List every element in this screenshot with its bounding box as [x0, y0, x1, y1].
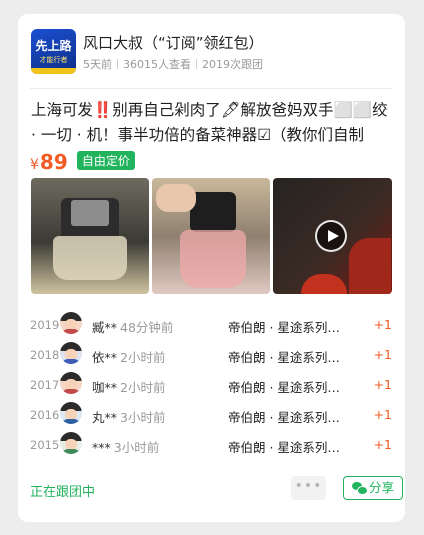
- follower-time: 3小时前: [120, 410, 166, 425]
- follower-time: 2小时前: [120, 350, 166, 365]
- follower-product: 帝伯朗 · 星途系列…: [228, 440, 340, 455]
- follower-nickname: 依**: [92, 350, 118, 365]
- follower-row[interactable]: 2017 咖** 2小时前 帝伯朗 · 星途系列… +1: [30, 370, 392, 400]
- follower-time: 48分钟前: [120, 320, 174, 335]
- grinder-motor-shape: [190, 192, 236, 232]
- grinder-bowl-shape: [53, 236, 127, 280]
- follower-quantity: +1: [373, 407, 392, 422]
- follower-name: *** 3小时前: [92, 437, 159, 456]
- play-icon[interactable]: [315, 220, 347, 252]
- follower-time: 3小时前: [113, 440, 160, 455]
- card-footer: 正在跟团中 ••• 分享: [30, 474, 403, 504]
- follower-avatar: [60, 372, 82, 394]
- post-header: 先上路 才能行者 风口大叔（“订阅”领红包） 5天前 36015人查看 2019次跟…: [31, 29, 395, 77]
- follower-nickname: 臧**: [92, 320, 118, 335]
- post-time: 5天前: [83, 58, 112, 71]
- group-buy-card: 先上路 才能行者 风口大叔（“订阅”领红包） 5天前 36015人查看 2019次跟…: [18, 14, 405, 522]
- follower-rank: 2019: [30, 318, 60, 332]
- wechat-icon: [351, 482, 368, 495]
- follower-name: 丸** 3小时前: [92, 407, 165, 426]
- follower-rank: 2017: [30, 378, 60, 392]
- grinder-metal-shape: [71, 200, 109, 226]
- follower-list: 2019 臧** 48分钟前 帝伯朗 · 星途系列… +1 2018 依** 2小时…: [30, 310, 392, 460]
- follower-nickname: 丸**: [92, 410, 118, 425]
- follower-quantity: +1: [373, 377, 392, 392]
- header-divider: [30, 88, 393, 89]
- tomato-shape: [301, 274, 347, 294]
- follower-rank: 2015: [30, 438, 60, 452]
- grinder-bowl-shape: [180, 230, 246, 288]
- follower-rank: 2016: [30, 408, 60, 422]
- follower-avatar: [60, 402, 82, 424]
- price-mode-badge: 自由定价: [76, 151, 135, 170]
- following-status-link[interactable]: 正在跟团中: [30, 481, 95, 500]
- follower-name: 咖** 2小时前: [92, 377, 165, 396]
- hand-shape: [156, 184, 196, 212]
- follower-rank: 2018: [30, 348, 60, 362]
- avatar-text-main: 先上路: [35, 39, 72, 53]
- price-row: ¥89 自由定价: [30, 150, 135, 176]
- meta-divider: [117, 59, 118, 69]
- currency-symbol: ¥: [30, 157, 39, 173]
- follower-nickname: ***: [92, 440, 111, 455]
- follower-product: 帝伯朗 · 星途系列…: [228, 350, 340, 365]
- follower-row[interactable]: 2016 丸** 3小时前 帝伯朗 · 星途系列… +1: [30, 400, 392, 430]
- follower-nickname: 咖**: [92, 380, 118, 395]
- follower-product: 帝伯朗 · 星途系列…: [228, 410, 340, 425]
- follower-time: 2小时前: [120, 380, 166, 395]
- follower-row[interactable]: 2019 臧** 48分钟前 帝伯朗 · 星途系列… +1: [30, 310, 392, 340]
- media-gallery: [31, 178, 392, 294]
- follow-count: 2019次跟团: [202, 58, 263, 71]
- follower-product: 帝伯朗 · 星途系列…: [228, 380, 340, 395]
- more-options-button[interactable]: •••: [291, 476, 326, 500]
- follower-avatar: [60, 312, 82, 334]
- tomato-shape: [349, 238, 391, 294]
- post-meta: 5天前 36015人查看 2019次跟团: [83, 56, 263, 72]
- share-label: 分享: [368, 480, 394, 495]
- follower-avatar: [60, 432, 82, 454]
- follower-product: 帝伯朗 · 星途系列…: [228, 320, 340, 335]
- follower-row[interactable]: 2018 依** 2小时前 帝伯朗 · 星途系列… +1: [30, 340, 392, 370]
- author-name[interactable]: 风口大叔（“订阅”领红包）: [83, 32, 264, 53]
- more-dots-icon: •••: [294, 478, 323, 494]
- product-photo-1[interactable]: [31, 178, 149, 294]
- follower-quantity: +1: [373, 437, 392, 452]
- follower-quantity: +1: [373, 317, 392, 332]
- avatar-text-sub: 才能行者: [39, 56, 68, 64]
- follower-avatar: [60, 342, 82, 364]
- follower-row[interactable]: 2015 *** 3小时前 帝伯朗 · 星途系列… +1: [30, 430, 392, 460]
- price-value: 89: [39, 150, 68, 174]
- meta-divider: [196, 59, 197, 69]
- follower-name: 依** 2小时前: [92, 347, 165, 366]
- product-video-thumbnail[interactable]: [273, 178, 392, 294]
- post-description[interactable]: 上海可发‼️别再自己剁肉了🖋解放爸妈双手⬜⬜绞 · 一切 · 机！事半功倍的备菜…: [31, 98, 389, 148]
- avatar-stripe: [31, 68, 76, 74]
- view-count: 36015人查看: [123, 58, 191, 71]
- author-avatar[interactable]: 先上路 才能行者: [31, 29, 76, 74]
- share-button[interactable]: 分享: [343, 476, 403, 500]
- follower-quantity: +1: [373, 347, 392, 362]
- price: ¥89: [30, 150, 68, 174]
- product-photo-2[interactable]: [152, 178, 270, 294]
- follower-name: 臧** 48分钟前: [92, 317, 173, 336]
